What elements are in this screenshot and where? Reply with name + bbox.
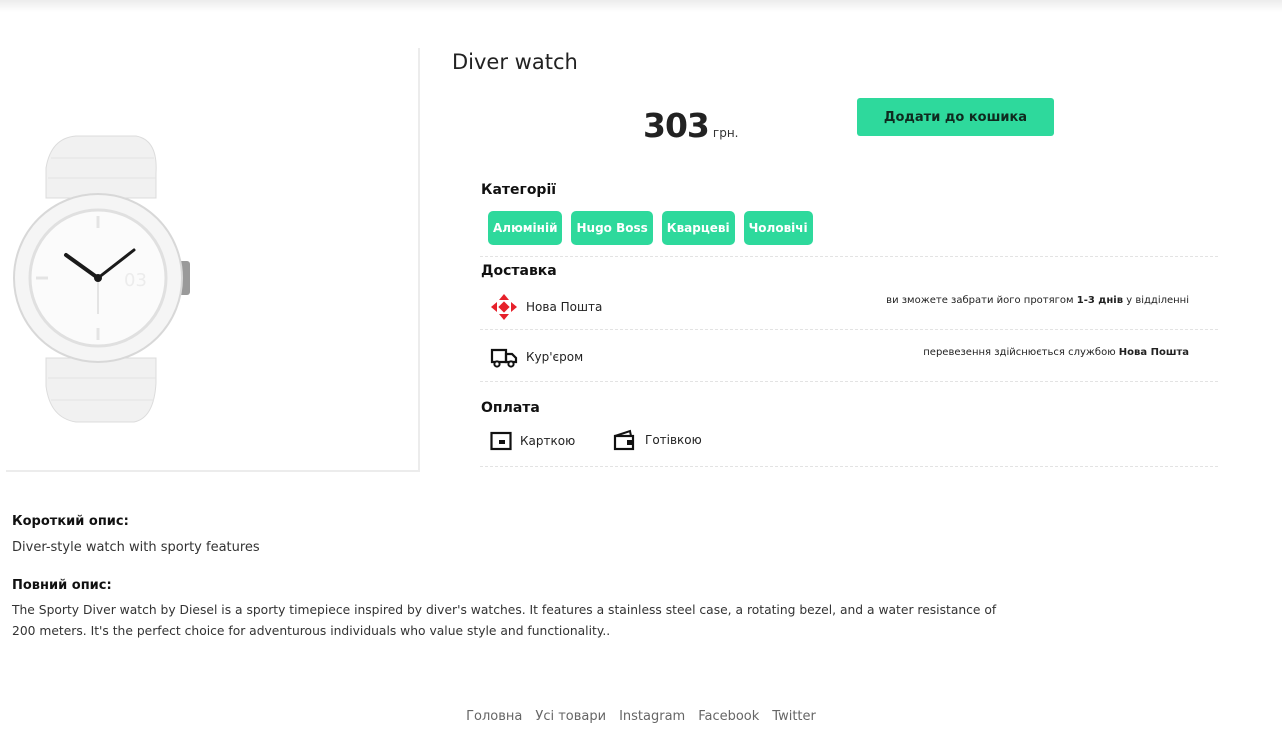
payment-heading: Оплата bbox=[481, 400, 540, 416]
add-to-cart-button[interactable]: Додати до кошика bbox=[857, 98, 1054, 136]
truck-icon bbox=[490, 348, 518, 368]
delivery-note: ви зможете забрати його протягом 1-3 дні… bbox=[886, 295, 1189, 306]
full-description-line: 200 meters. It's the perfect choice for … bbox=[12, 624, 611, 638]
footer-link-facebook[interactable]: Facebook bbox=[698, 709, 759, 724]
footer-link-twitter[interactable]: Twitter bbox=[772, 709, 816, 724]
nova-poshta-icon bbox=[491, 294, 517, 320]
short-description-text: Diver-style watch with sporty features bbox=[12, 540, 260, 555]
payment-option-cash: Готівкою bbox=[613, 429, 702, 451]
categories-heading: Категорії bbox=[481, 182, 557, 198]
delivery-option-label: Нова Пошта bbox=[526, 300, 603, 314]
delivery-note-text: перевезення здійснюється службою bbox=[923, 347, 1119, 358]
category-tag[interactable]: Алюміній bbox=[488, 211, 563, 245]
header-bar bbox=[0, 0, 1282, 12]
payment-option-label: Готівкою bbox=[645, 433, 702, 447]
footer-link-instagram[interactable]: Instagram bbox=[619, 709, 685, 724]
delivery-note-text: у відділенні bbox=[1123, 295, 1189, 306]
category-tag[interactable]: Кварцеві bbox=[661, 211, 735, 245]
full-description-line: The Sporty Diver watch by Diesel is a sp… bbox=[12, 603, 997, 617]
delivery-option-label: Кур'єром bbox=[526, 350, 584, 364]
short-description-heading: Короткий опис: bbox=[12, 514, 129, 529]
divider bbox=[480, 256, 1218, 257]
wallet-icon bbox=[613, 429, 635, 451]
divider bbox=[480, 381, 1218, 382]
footer-nav: Головна Усі товари Instagram Facebook Tw… bbox=[0, 709, 1282, 724]
delivery-note-highlight: Нова Пошта bbox=[1118, 347, 1189, 358]
divider bbox=[480, 329, 1218, 330]
svg-text:03: 03 bbox=[124, 270, 147, 291]
delivery-note-text: ви зможете забрати його протягом bbox=[886, 295, 1077, 306]
divider bbox=[480, 466, 1218, 467]
footer-link-all-products[interactable]: Усі товари bbox=[535, 709, 606, 724]
delivery-note: перевезення здійснюється службою Нова По… bbox=[923, 347, 1189, 358]
product-price: 303 грн. bbox=[643, 106, 738, 145]
price-value: 303 bbox=[643, 106, 710, 145]
delivery-note-highlight: 1-3 днів bbox=[1076, 295, 1124, 306]
product-image[interactable]: 03 bbox=[6, 128, 206, 428]
category-tag[interactable]: Hugo Boss bbox=[571, 211, 653, 245]
payment-option-label: Карткою bbox=[520, 434, 576, 448]
category-list: Алюміній Hugo Boss Кварцеві Чоловічі bbox=[488, 211, 813, 245]
category-tag[interactable]: Чоловічі bbox=[743, 211, 813, 245]
card-icon bbox=[490, 431, 512, 451]
full-description-heading: Повний опис: bbox=[12, 578, 112, 593]
delivery-option-courier: Кур'єром bbox=[490, 345, 583, 369]
price-currency: грн. bbox=[712, 126, 739, 140]
payment-option-card: Карткою bbox=[490, 431, 575, 451]
product-image-panel: 03 bbox=[6, 48, 420, 472]
delivery-heading: Доставка bbox=[481, 263, 557, 279]
product-title: Diver watch bbox=[452, 50, 578, 74]
footer-link-home[interactable]: Головна bbox=[466, 709, 522, 724]
delivery-option-nova-poshta: Нова Пошта bbox=[490, 293, 602, 321]
